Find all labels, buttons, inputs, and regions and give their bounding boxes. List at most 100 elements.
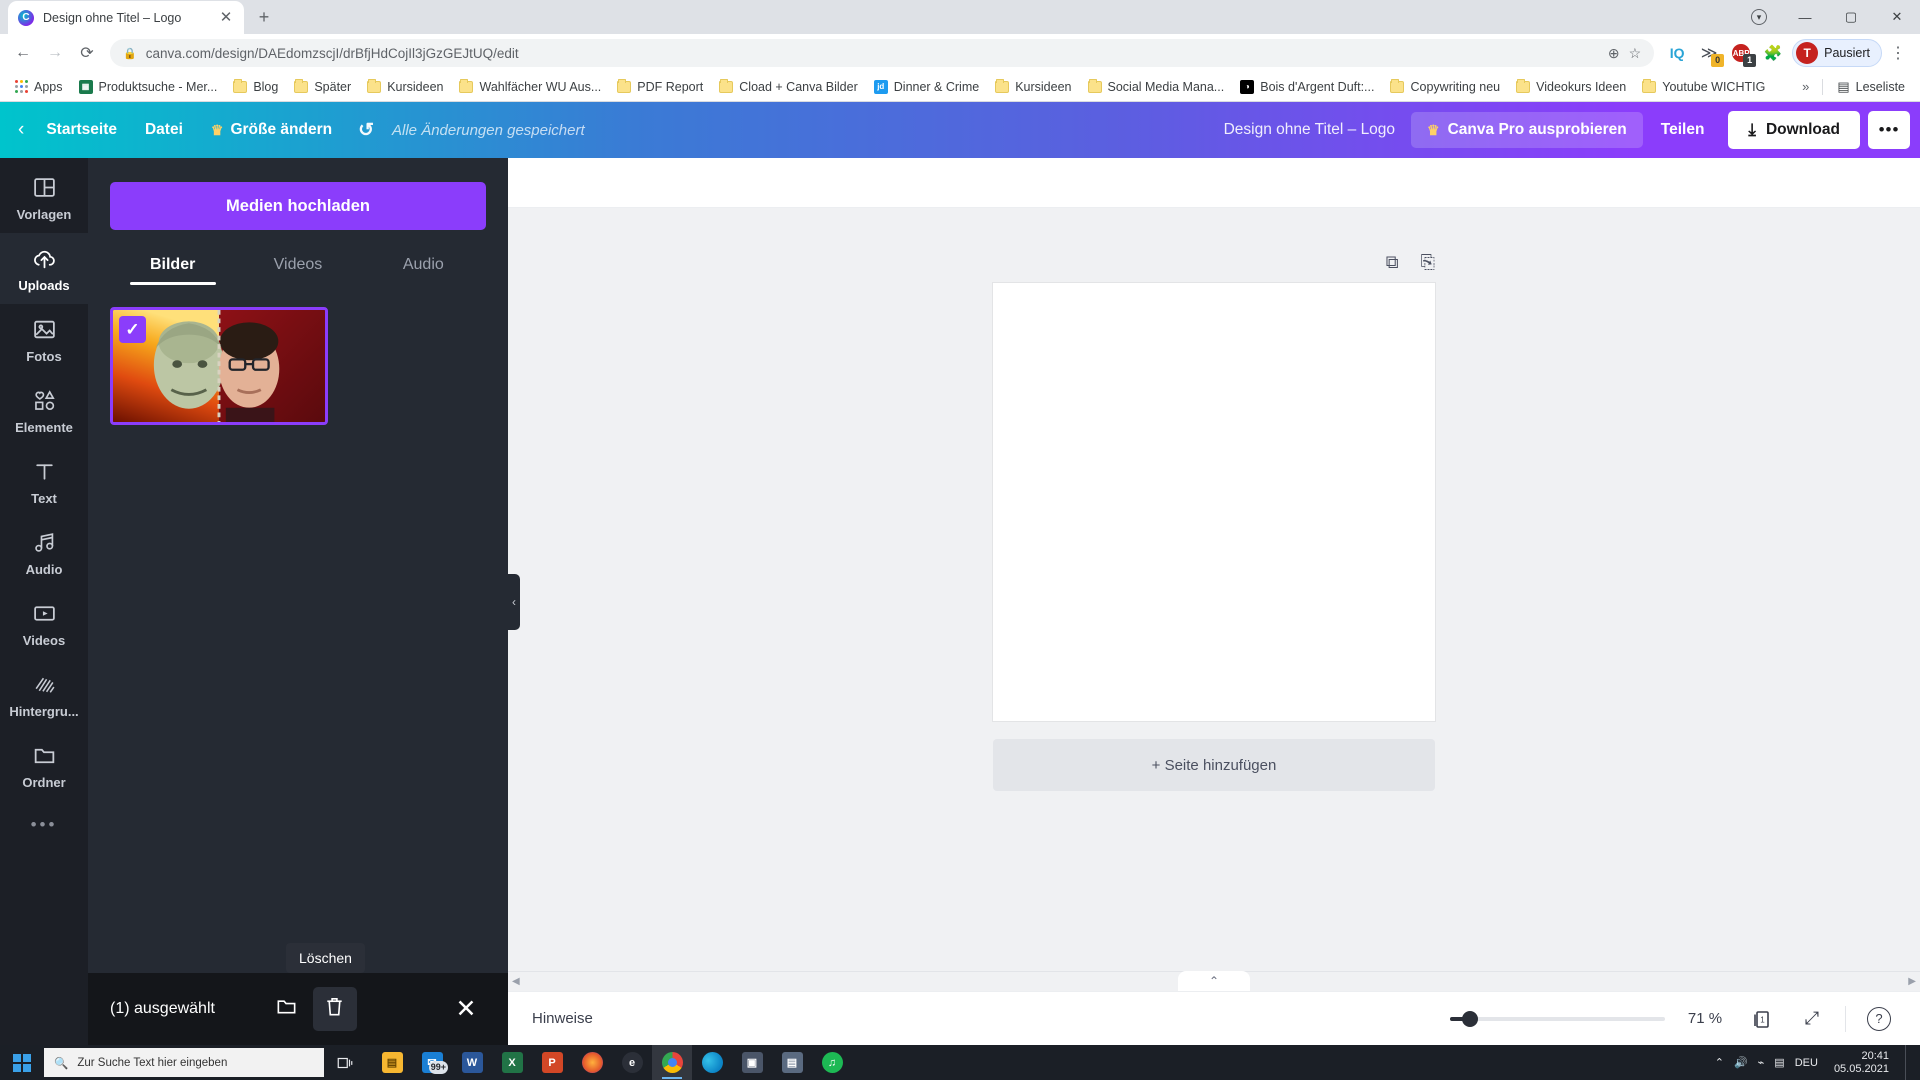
bookmark-pdf-report[interactable]: PDF Report xyxy=(609,77,711,97)
bookmark-social-media[interactable]: Social Media Mana... xyxy=(1080,77,1233,97)
taskbar-mail[interactable]: ✉ 99+ xyxy=(412,1045,452,1080)
iq-extension-icon[interactable]: IQ xyxy=(1662,38,1692,68)
help-icon[interactable]: ? xyxy=(1862,1002,1896,1036)
taskbar-edge-legacy[interactable]: e xyxy=(612,1045,652,1080)
thumbnail-checkbox[interactable]: ✓ xyxy=(119,316,146,343)
resize-button[interactable]: ♛ Größe ändern xyxy=(197,113,346,147)
bookmark-apps[interactable]: Apps xyxy=(7,77,71,97)
sidebar-item-hintergrund[interactable]: Hintergru... xyxy=(0,659,88,730)
forward-icon[interactable]: → xyxy=(40,38,70,68)
taskbar-spotify[interactable]: ♫ xyxy=(812,1045,852,1080)
volume-icon[interactable]: 🔊 xyxy=(1734,1056,1748,1069)
upload-media-button[interactable]: Medien hochladen xyxy=(110,182,486,230)
scroll-left-icon[interactable]: ◀ xyxy=(512,976,520,987)
adblock-extension-icon[interactable]: ABP 1 xyxy=(1726,38,1757,68)
download-button[interactable]: ⤓ Download xyxy=(1728,111,1860,149)
design-page[interactable] xyxy=(993,283,1435,721)
sidebar-item-vorlagen[interactable]: Vorlagen xyxy=(0,162,88,233)
rail-more-icon[interactable]: ••• xyxy=(31,815,58,835)
puzzle-extension-icon[interactable]: 🧩 xyxy=(1758,38,1788,68)
reading-list-button[interactable]: ▤ Leseliste xyxy=(1829,76,1913,98)
bookmark-cload-canva-bilder[interactable]: Cload + Canva Bilder xyxy=(711,77,865,97)
task-view-icon[interactable] xyxy=(324,1045,366,1080)
zoom-slider[interactable] xyxy=(1450,1010,1665,1027)
canva-pro-button[interactable]: ♛ Canva Pro ausprobieren xyxy=(1411,112,1643,148)
taskbar-search-input[interactable]: 🔍 Zur Suche Text hier eingeben xyxy=(44,1048,324,1077)
add-page-button[interactable]: + Seite hinzufügen xyxy=(993,739,1435,791)
back-icon[interactable]: ‹ xyxy=(14,113,32,147)
undo-icon[interactable]: ↺ xyxy=(346,113,386,148)
bookmark-kursideen-1[interactable]: Kursideen xyxy=(359,77,451,97)
chrome-menu-icon[interactable]: ⋮ xyxy=(1884,43,1912,63)
sidebar-item-fotos[interactable]: Fotos xyxy=(0,304,88,375)
back-icon[interactable]: ← xyxy=(8,38,38,68)
expand-panel-tab[interactable]: ⌃ xyxy=(1178,971,1250,991)
taskbar-file-explorer[interactable]: ▤ xyxy=(372,1045,412,1080)
collapse-panel-icon[interactable]: ‹ xyxy=(508,573,520,630)
taskbar-word[interactable]: W xyxy=(452,1045,492,1080)
bird-extension-icon[interactable]: ≫ 0 xyxy=(1694,38,1725,68)
move-to-folder-button[interactable] xyxy=(265,987,309,1031)
sidebar-item-audio[interactable]: Audio xyxy=(0,517,88,588)
taskbar-chrome[interactable] xyxy=(652,1045,692,1080)
tab-audio[interactable]: Audio xyxy=(361,248,486,285)
notes-button[interactable]: Hinweise xyxy=(532,1010,593,1027)
bookmark-star-icon[interactable]: ☆ xyxy=(1629,45,1642,62)
close-tab-icon[interactable]: ✕ xyxy=(218,10,234,26)
taskbar-photos[interactable]: ▣ xyxy=(732,1045,772,1080)
sidebar-item-uploads[interactable]: Uploads xyxy=(0,233,88,304)
network-icon[interactable]: ⌁ xyxy=(1758,1056,1765,1069)
file-menu-button[interactable]: Datei xyxy=(131,113,197,147)
new-tab-button[interactable]: + xyxy=(250,3,278,31)
profile-chip[interactable]: T Pausiert xyxy=(1792,39,1882,67)
uploaded-image-thumbnail[interactable]: ✓ xyxy=(110,307,328,425)
reload-icon[interactable]: ⟳ xyxy=(72,38,102,68)
delete-button[interactable] xyxy=(312,987,357,1031)
bookmark-produktsuche[interactable]: ▦ Produktsuche - Mer... xyxy=(71,77,226,97)
zoom-slider-track[interactable] xyxy=(1450,1010,1665,1027)
share-button[interactable]: Teilen xyxy=(1643,112,1723,148)
bookmark-copywriting-neu[interactable]: Copywriting neu xyxy=(1382,77,1508,97)
taskbar-edge[interactable] xyxy=(692,1045,732,1080)
pages-icon[interactable]: 1 xyxy=(1745,1002,1779,1036)
duplicate-page-icon[interactable]: ⧉ xyxy=(1386,252,1399,273)
address-bar[interactable]: 🔒 canva.com/design/DAEdomzscjI/drBfjHdCo… xyxy=(110,39,1655,67)
keyboard-icon[interactable]: ▤ xyxy=(1774,1056,1784,1069)
bookmark-videokurs-ideen[interactable]: Videokurs Ideen xyxy=(1508,77,1634,97)
extensions-indicator-icon[interactable]: ▾ xyxy=(1736,0,1782,34)
horizontal-scrollbar[interactable]: ◀ ▶ ⌃ xyxy=(508,971,1920,991)
taskbar-store[interactable]: ▤ xyxy=(772,1045,812,1080)
zoom-slider-knob[interactable] xyxy=(1462,1010,1478,1027)
bookmarks-overflow-icon[interactable]: » xyxy=(1795,76,1816,97)
sidebar-item-ordner[interactable]: Ordner xyxy=(0,730,88,801)
tab-videos[interactable]: Videos xyxy=(235,248,360,285)
tray-chevron-icon[interactable]: ⌃ xyxy=(1715,1056,1724,1069)
add-page-icon[interactable]: ⎘ xyxy=(1421,252,1435,273)
maximize-button[interactable]: ▢ xyxy=(1828,0,1874,34)
language-indicator[interactable]: DEU xyxy=(1795,1057,1818,1069)
bookmark-spaeter[interactable]: Später xyxy=(286,77,359,97)
bookmark-bois-dargent[interactable]: ◑ Bois d'Argent Duft:... xyxy=(1232,77,1382,97)
bookmark-dinner-crime[interactable]: jd Dinner & Crime xyxy=(866,77,987,97)
more-options-button[interactable]: ••• xyxy=(1868,111,1910,149)
bookmark-kursideen-2[interactable]: Kursideen xyxy=(987,77,1079,97)
bookmark-wahlfaecher[interactable]: Wahlfächer WU Aus... xyxy=(451,77,609,97)
start-button[interactable] xyxy=(0,1045,44,1080)
scroll-right-icon[interactable]: ▶ xyxy=(1908,976,1916,987)
show-desktop-button[interactable] xyxy=(1905,1045,1914,1080)
zoom-icon[interactable]: ⊕ xyxy=(1608,45,1620,62)
taskbar-firefox[interactable] xyxy=(572,1045,612,1080)
close-selection-icon[interactable]: ✕ xyxy=(446,989,486,1029)
sidebar-item-elemente[interactable]: Elemente xyxy=(0,375,88,446)
sidebar-item-videos[interactable]: Videos xyxy=(0,588,88,659)
clock[interactable]: 20:41 05.05.2021 xyxy=(1828,1050,1895,1076)
bookmark-blog[interactable]: Blog xyxy=(225,77,286,97)
sidebar-item-text[interactable]: Text xyxy=(0,446,88,517)
close-window-button[interactable]: ✕ xyxy=(1874,0,1920,34)
minimize-button[interactable]: — xyxy=(1782,0,1828,34)
taskbar-excel[interactable]: X xyxy=(492,1045,532,1080)
home-button[interactable]: Startseite xyxy=(32,113,131,147)
browser-tab[interactable]: C Design ohne Titel – Logo ✕ xyxy=(8,1,244,34)
design-title[interactable]: Design ohne Titel – Logo xyxy=(1208,113,1411,147)
taskbar-powerpoint[interactable]: P xyxy=(532,1045,572,1080)
